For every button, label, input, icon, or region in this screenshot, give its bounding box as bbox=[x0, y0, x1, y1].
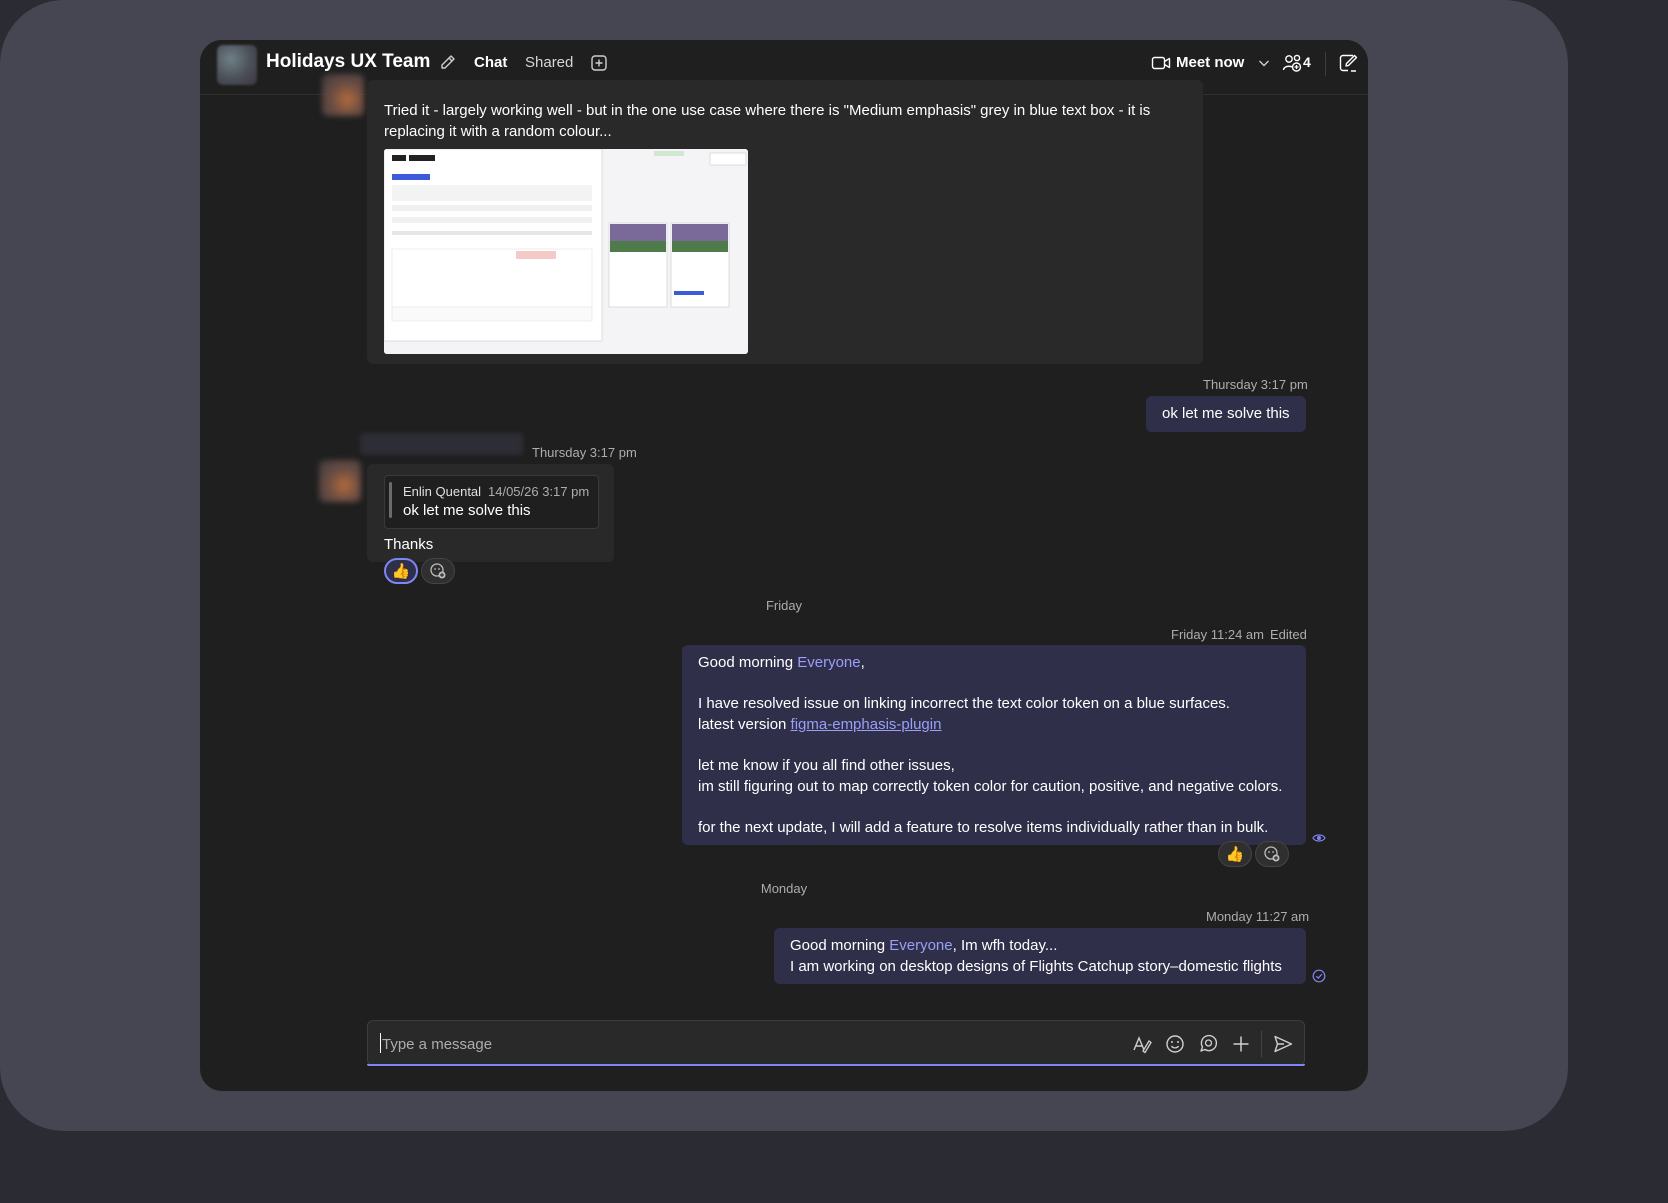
message-text-line: for the next update, I will add a featur… bbox=[698, 819, 1269, 836]
message-timestamp: Monday 11:27 am bbox=[1206, 909, 1310, 924]
quote-author: Enlin Quental bbox=[403, 484, 482, 499]
tab-chat[interactable]: Chat bbox=[474, 54, 507, 71]
day-separator: Monday bbox=[760, 881, 808, 896]
pop-out-compose-icon[interactable] bbox=[1337, 52, 1359, 74]
own-message-bubble[interactable]: Good morning Everyone, Im wfh today... I… bbox=[774, 928, 1306, 984]
own-message-bubble[interactable]: Good morning Everyone, I have resolved i… bbox=[682, 645, 1306, 845]
image-thumbnail bbox=[384, 149, 748, 354]
own-message-bubble[interactable]: ok let me solve this bbox=[1146, 396, 1306, 432]
format-text-icon[interactable] bbox=[1131, 1033, 1153, 1055]
add-reaction-button[interactable] bbox=[421, 558, 455, 584]
message-composer bbox=[367, 1020, 1305, 1066]
thumbs-up-icon: 👍 bbox=[391, 563, 411, 580]
message-text: ok let me solve this bbox=[1162, 405, 1290, 422]
greeting-suffix: , Im wfh today... bbox=[952, 937, 1058, 954]
message-text-line: let me know if you all find other issues… bbox=[698, 757, 955, 774]
chevron-down-icon[interactable] bbox=[1257, 56, 1271, 70]
plus-icon[interactable] bbox=[1230, 1033, 1252, 1055]
sent-check-icon bbox=[1312, 969, 1326, 983]
loop-component-icon[interactable] bbox=[1197, 1033, 1219, 1055]
day-separator: Friday bbox=[765, 598, 803, 613]
greeting-suffix: , bbox=[860, 654, 865, 671]
device-frame: Holidays UX Team Chat Shared Meet now 4 … bbox=[0, 0, 1568, 1131]
team-avatar[interactable] bbox=[217, 45, 257, 85]
message-text-line: I am working on desktop designs of Fligh… bbox=[790, 958, 1282, 975]
quote-bar bbox=[389, 482, 392, 518]
reaction-thumbs-up[interactable]: 👍 bbox=[384, 558, 418, 584]
message-text-line: Tried it - largely working well - but in… bbox=[384, 102, 1151, 119]
message-text: Thanks bbox=[384, 536, 434, 553]
message-text-line: replacing it with a random colour... bbox=[384, 123, 612, 140]
message-input[interactable] bbox=[380, 1031, 1104, 1057]
avatar[interactable] bbox=[322, 74, 364, 116]
pencil-icon[interactable] bbox=[438, 53, 458, 73]
people-icon[interactable] bbox=[1282, 52, 1304, 74]
composer-focus-underline bbox=[367, 1064, 1305, 1066]
message-text-line: im still figuring out to map correctly t… bbox=[698, 778, 1283, 795]
tab-shared[interactable]: Shared bbox=[525, 54, 573, 71]
message-card: Enlin Quental 14/05/26 3:17 pm ok let me… bbox=[367, 464, 614, 562]
chat-title: Holidays UX Team bbox=[266, 51, 431, 72]
seen-eye-icon bbox=[1312, 834, 1326, 842]
add-reaction-icon bbox=[1264, 846, 1280, 862]
mention-everyone[interactable]: Everyone bbox=[889, 937, 952, 954]
sender-name bbox=[360, 433, 523, 455]
chat-window: Holidays UX Team Chat Shared Meet now 4 … bbox=[200, 40, 1368, 1091]
greeting-text: Good morning bbox=[698, 654, 798, 671]
avatar[interactable] bbox=[319, 460, 361, 502]
send-icon[interactable] bbox=[1272, 1033, 1294, 1055]
add-tab-icon[interactable] bbox=[589, 53, 609, 73]
quote-time: 14/05/26 3:17 pm bbox=[488, 484, 590, 499]
reaction-thumbs-up[interactable]: 👍 bbox=[1218, 841, 1252, 867]
text-caret bbox=[380, 1033, 381, 1053]
add-reaction-icon bbox=[430, 563, 446, 579]
video-camera-icon[interactable] bbox=[1151, 54, 1171, 72]
thumbs-up-icon: 👍 bbox=[1225, 846, 1245, 863]
message-timestamp: Thursday 3:17 pm bbox=[1203, 377, 1308, 392]
message-text-line: latest version figma-emphasis-plugin bbox=[698, 714, 1298, 735]
greeting-text: Good morning bbox=[790, 937, 890, 954]
participant-count[interactable]: 4 bbox=[1303, 54, 1311, 70]
message-image[interactable] bbox=[384, 149, 748, 354]
message-timestamp: Friday 11:24 am bbox=[1171, 627, 1264, 642]
composer-divider bbox=[1261, 1031, 1262, 1057]
header-divider bbox=[1325, 52, 1326, 76]
edited-label: Edited bbox=[1270, 627, 1307, 642]
message-timestamp: Thursday 3:17 pm bbox=[532, 445, 637, 460]
quote-text: ok let me solve this bbox=[403, 502, 531, 519]
text-prefix: latest version bbox=[698, 716, 791, 733]
meet-now-button[interactable]: Meet now bbox=[1176, 54, 1244, 71]
message-text-line: Good morning Everyone, Im wfh today... bbox=[790, 935, 1300, 956]
message-text-line: I have resolved issue on linking incorre… bbox=[698, 695, 1230, 712]
plugin-link[interactable]: figma-emphasis-plugin bbox=[791, 716, 942, 733]
message-text-line: Good morning Everyone, bbox=[698, 652, 1298, 673]
emoji-icon[interactable] bbox=[1164, 1033, 1186, 1055]
mention-everyone[interactable]: Everyone bbox=[797, 654, 860, 671]
add-reaction-button[interactable] bbox=[1255, 841, 1289, 867]
quoted-message[interactable]: Enlin Quental 14/05/26 3:17 pm ok let me… bbox=[384, 475, 599, 529]
